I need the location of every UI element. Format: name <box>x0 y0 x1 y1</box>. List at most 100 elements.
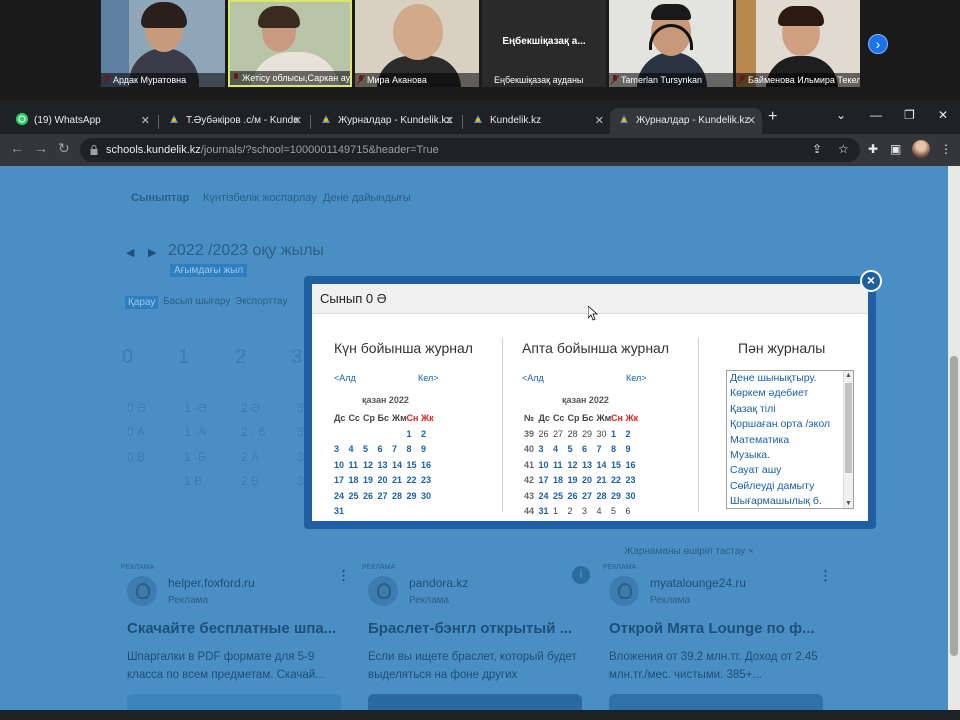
week-number[interactable]: 44 <box>524 506 539 516</box>
calendar-day[interactable]: 1 <box>407 429 422 439</box>
forward-arrow-icon[interactable]: → <box>34 140 48 156</box>
calendar-week-row[interactable]: 43 24 25 26 27 28 29 30 <box>524 491 640 507</box>
calendar-day[interactable]: 11 <box>349 460 364 470</box>
scroll-up-icon[interactable]: ▲ <box>845 372 852 379</box>
weekly-journal-title[interactable]: Апта бойынша журнал <box>522 340 669 356</box>
scrollbar-thumb[interactable] <box>950 356 958 656</box>
browser-tab[interactable]: Т.Әубәкіров .с/м - Kunde ✕ <box>160 108 308 134</box>
class-link[interactable]: 1 -Ә <box>184 401 207 415</box>
restore-window-icon[interactable]: ❐ <box>904 108 915 122</box>
calendar-day[interactable]: 9 <box>421 444 436 454</box>
calendar-day[interactable]: 3 <box>582 506 597 516</box>
class-link[interactable]: 3 <box>297 425 304 439</box>
ad-card[interactable]: РЕКЛАМА myatalounge24.ru Реклама ⋮ Откро… <box>603 564 832 710</box>
reading-list-icon[interactable]: ▣ <box>890 142 901 156</box>
ad-domain[interactable]: pandora.kz <box>409 576 468 590</box>
class-link[interactable]: 2 Ә <box>241 401 260 415</box>
calendar-day[interactable]: 4 <box>553 444 568 454</box>
export-button[interactable]: Экспорттау <box>235 296 288 307</box>
calendar-day[interactable]: 26 <box>568 491 583 501</box>
calendar-day[interactable]: 25 <box>349 491 364 501</box>
calendar-day[interactable]: 9 <box>626 444 641 454</box>
calendar-week-row[interactable]: 42 17 18 19 20 21 22 23 <box>524 475 640 491</box>
ad-title[interactable]: Браслет-бэнгл открытый ... <box>368 620 572 637</box>
close-tab-icon[interactable]: ✕ <box>595 108 604 134</box>
week-number[interactable]: 41 <box>524 460 539 470</box>
calendar-day[interactable]: 22 <box>611 475 626 485</box>
calendar-day[interactable]: 29 <box>582 429 597 439</box>
ad-title[interactable]: Открой Мята Lounge по ф... <box>609 620 815 637</box>
ad-image[interactable] <box>127 694 341 710</box>
calendar-day[interactable]: 5 <box>611 506 626 516</box>
calendar-day[interactable]: 27 <box>378 491 393 501</box>
browser-tab[interactable]: Журналдар - Kundelik.kz ✕ <box>312 108 460 134</box>
daily-next-month-link[interactable]: Кел> <box>418 373 438 383</box>
week-number[interactable]: 40 <box>524 444 539 454</box>
calendar-day[interactable]: 31 <box>334 506 349 516</box>
ad-menu-dots-icon[interactable]: ⋮ <box>337 568 350 584</box>
calendar-day[interactable]: 29 <box>407 491 422 501</box>
class-link[interactable]: 0 Ә <box>127 401 146 415</box>
subject-list-item[interactable]: Қазақ тілі <box>727 402 853 417</box>
calendar-day[interactable]: 25 <box>553 491 568 501</box>
calendar-day[interactable]: 2 <box>626 429 641 439</box>
reload-icon[interactable]: ↻ <box>58 140 70 157</box>
calendar-day[interactable]: 2 <box>568 506 583 516</box>
calendar-day[interactable]: 15 <box>407 460 422 470</box>
class-link[interactable]: 0 А <box>127 425 145 439</box>
calendar-day[interactable]: 17 <box>539 475 554 485</box>
hide-ads-link[interactable]: Жарнаманы өшіріп тастау × <box>624 546 754 557</box>
calendar-day[interactable]: 20 <box>378 475 393 485</box>
calendar-day[interactable]: 12 <box>363 460 378 470</box>
calendar-week-row[interactable]: 41 10 11 12 13 14 15 16 <box>524 460 640 476</box>
subnav-physical-training[interactable]: Дене дайындығы <box>323 192 411 204</box>
calendar-day[interactable]: 24 <box>334 491 349 501</box>
calendar-day[interactable]: 1 <box>553 506 568 516</box>
calendar-day[interactable]: 26 <box>363 491 378 501</box>
weekly-prev-month-link[interactable]: <Алд <box>522 373 544 383</box>
scroll-down-icon[interactable]: ▼ <box>845 500 852 507</box>
ad-card[interactable]: РЕКЛАМА pandora.kz Реклама i Браслет-бэн… <box>362 564 590 710</box>
subject-list-item[interactable]: Көркем әдебиет <box>727 386 853 401</box>
ad-info-icon[interactable]: i <box>572 566 590 584</box>
next-participants-button[interactable]: › <box>868 34 888 54</box>
calendar-day[interactable]: 8 <box>407 444 422 454</box>
calendar-day[interactable]: 1 <box>611 429 626 439</box>
close-tab-icon[interactable]: ✕ <box>141 108 150 134</box>
class-link[interactable]: 3 <box>297 474 304 488</box>
calendar-day[interactable]: 20 <box>582 475 597 485</box>
menu-dots-icon[interactable]: ⋮ <box>940 142 952 156</box>
week-number[interactable]: 42 <box>524 475 539 485</box>
subnav-classes[interactable]: Сыныптар <box>131 192 189 204</box>
calendar-day[interactable]: 2 <box>421 429 436 439</box>
class-link[interactable]: 1 В <box>184 474 202 488</box>
calendar-day[interactable]: 27 <box>553 429 568 439</box>
class-link[interactable]: 2 - б <box>241 425 265 439</box>
calendar-day[interactable]: 11 <box>553 460 568 470</box>
class-link[interactable]: 0 В <box>127 450 145 464</box>
calendar-day[interactable]: 17 <box>334 475 349 485</box>
scrollbar-thumb[interactable] <box>845 383 852 473</box>
calendar-day[interactable]: 30 <box>421 491 436 501</box>
calendar-day[interactable]: 6 <box>626 506 641 516</box>
share-icon[interactable]: ⇪ <box>812 142 822 156</box>
close-tab-icon[interactable]: ✕ <box>747 108 756 134</box>
calendar-day[interactable]: 18 <box>553 475 568 485</box>
next-year-arrow-icon[interactable]: ▶ <box>148 246 156 259</box>
address-bar[interactable]: schools.kundelik.kz/journals/?school=100… <box>80 138 860 162</box>
participant-tile[interactable]: Tamerlan Tursynkan <box>609 0 733 87</box>
calendar-day[interactable]: 13 <box>582 460 597 470</box>
calendar-day[interactable]: 26 <box>539 429 554 439</box>
participant-tile[interactable]: Ардак Муратовна <box>101 0 225 87</box>
new-tab-button[interactable]: + <box>768 108 777 126</box>
subject-list-item[interactable]: Дене шынықтыру. <box>727 371 853 386</box>
calendar-day[interactable]: 23 <box>626 475 641 485</box>
calendar-day[interactable]: 5 <box>568 444 583 454</box>
daily-prev-month-link[interactable]: <Алд <box>334 373 356 383</box>
calendar-day[interactable]: 3 <box>334 444 349 454</box>
ad-domain[interactable]: myatalounge24.ru <box>650 576 746 590</box>
participant-tile[interactable]: Еңбекшіқазақ а... Еңбекшіқазақ ауданы <box>482 0 606 87</box>
calendar-day[interactable]: 19 <box>568 475 583 485</box>
subject-list-item[interactable]: Сауат ашу <box>727 463 853 478</box>
calendar-week-row[interactable]: 39 26 27 28 29 30 1 2 <box>524 429 640 445</box>
